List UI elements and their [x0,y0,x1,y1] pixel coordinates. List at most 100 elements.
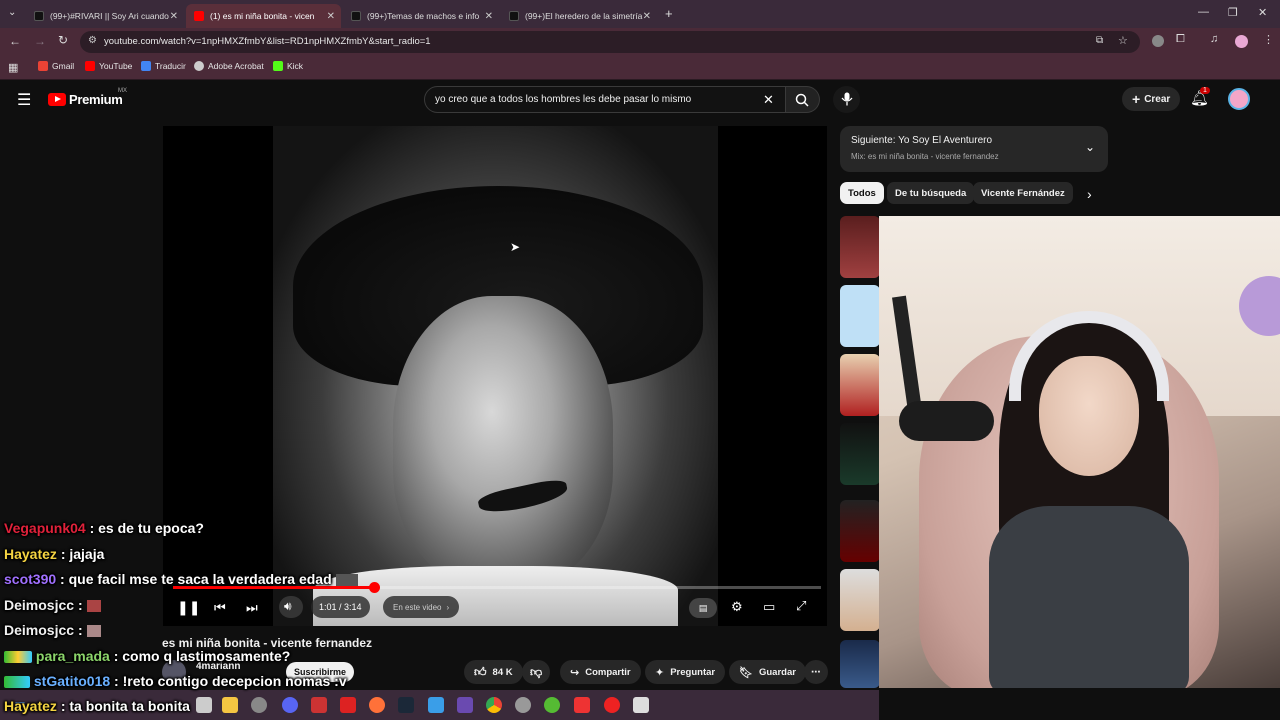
chrome-icon[interactable] [486,697,502,713]
new-tab-button[interactable]: + [665,6,673,21]
emote-icon [86,600,101,613]
next-icon[interactable]: ⏭ [246,600,258,616]
media-control-icon[interactable]: ♫ [1210,33,1218,45]
menu-icon[interactable]: ☰ [17,90,31,110]
minimize-button[interactable]: — [1198,6,1209,18]
maximize-button[interactable]: ❐ [1228,6,1238,19]
volume-button[interactable]: 🔊︎ [279,596,303,618]
search-button[interactable] [786,86,820,113]
chapter-button[interactable]: En este video › [383,596,460,618]
taskbar-app-icon[interactable] [633,697,649,713]
video-player[interactable]: ➤ ❚❚ ⏮ ⏭ 🔊︎ 1:01 / 3:14 En este video › … [163,126,827,626]
plus-icon: + [1132,91,1141,107]
tab-label: (99+)#RIVARI || Soy Ari cuando [50,11,169,21]
youtube-icon [194,11,204,21]
close-icon[interactable]: ✕ [170,11,178,22]
chip-todos[interactable]: Todos [840,182,884,204]
profile-avatar[interactable] [1235,35,1248,48]
recommended-thumbnail[interactable] [840,216,880,278]
chat-text: : !reto contigo decepcion nomas :v [114,673,347,689]
recommended-thumbnail[interactable] [840,640,880,688]
bookmark-star-icon[interactable]: ☆ [1118,34,1128,47]
taskbar-app-icon[interactable] [311,697,327,713]
fullscreen-icon[interactable]: ⤢ [796,598,806,614]
bookmark-youtube[interactable]: YouTube [85,61,132,71]
captions-icon[interactable]: ▤ [689,598,717,618]
mouse-cursor-icon: ➤ [510,240,521,254]
bookmark-adobe-acrobat[interactable]: Adobe Acrobat [194,61,264,71]
recommended-thumbnail[interactable] [840,423,880,485]
discord-icon[interactable] [282,697,298,713]
extensions-puzzle-icon[interactable]: ⧠ [1176,33,1185,46]
recommended-thumbnail[interactable] [840,285,880,347]
chip-de-tu-busqueda[interactable]: De tu búsqueda [887,182,975,204]
chat-text: : que facil mse te saca la verdadera eda… [60,571,332,587]
like-button[interactable]: 👍︎ 84 K [464,660,523,684]
tab-1[interactable]: (99+)#RIVARI || Soy Ari cuando ✕ [26,4,184,28]
ask-button[interactable]: ✦ Preguntar [645,660,726,684]
account-avatar[interactable] [1228,88,1250,110]
clear-search-icon[interactable]: ✕ [763,92,774,108]
chevron-right-icon[interactable]: › [1087,186,1092,202]
up-next-panel[interactable]: Siguiente: Yo Soy El Aventurero Mix: es … [840,126,1108,172]
close-icon[interactable]: ✕ [643,11,651,22]
bookmark-icon: 🔖︎ [739,666,753,679]
recommended-thumbnail[interactable] [840,354,880,416]
extension-icon[interactable] [1152,35,1164,47]
youtube-logo[interactable]: Premium MX [48,88,127,107]
taskbar-app-icon[interactable] [251,697,267,713]
browser-menu-icon[interactable]: ⋮ [1263,33,1274,46]
recommended-thumbnail[interactable] [840,569,880,631]
taskbar-app-icon[interactable] [515,697,531,713]
search-input[interactable]: yo creo que a todos los hombres les debe… [424,86,786,113]
file-explorer-icon[interactable] [222,697,238,713]
notifications-button[interactable]: 🔔︎ 1 [1190,87,1210,108]
bookmark-traducir[interactable]: Traducir [141,61,186,71]
tab-3[interactable]: (99+)Temas de machos e info ✕ [343,4,499,28]
forward-icon[interactable]: → [34,34,46,48]
tab-search-icon[interactable]: ⌄ [8,7,16,18]
bookmark-gmail[interactable]: Gmail [38,61,74,71]
voice-search-button[interactable] [833,86,860,113]
chapter-label: En este video [393,602,442,612]
globe-icon [194,61,204,71]
address-bar[interactable]: ⚙ youtube.com/watch?v=1npHMXZfmbY&list=R… [80,31,1140,53]
more-actions-button[interactable]: ⋯ [804,660,828,684]
apps-grid-icon[interactable]: ▦ [8,61,18,74]
share-button[interactable]: ↪ Compartir [560,660,641,684]
theater-mode-icon[interactable]: ▭ [763,599,775,615]
dislike-button[interactable]: 👎︎ [522,660,551,684]
scrubber-handle[interactable] [368,582,380,593]
volume-icon: 🔊︎ [284,599,292,613]
previous-icon[interactable]: ⏮ [214,600,226,616]
chevron-down-icon[interactable]: ⌄ [1085,140,1095,154]
close-icon[interactable]: ✕ [327,11,335,22]
recommended-thumbnail[interactable] [840,500,880,562]
firefox-icon[interactable] [369,697,385,713]
reload-icon[interactable]: ↻ [58,33,68,47]
taskbar-app-icon[interactable] [574,697,590,713]
bookmark-kick[interactable]: Kick [273,61,303,71]
tab-2[interactable]: (1) es mi niña bonita - vicen ✕ [186,4,341,28]
taskbar-app-icon[interactable] [340,697,356,713]
taskbar-app-icon[interactable] [604,697,620,713]
close-window-button[interactable]: ✕ [1258,6,1267,19]
taskbar-app-icon[interactable] [457,697,473,713]
site-info-icon[interactable]: ⚙ [88,35,97,46]
settings-icon[interactable]: ⚙ [731,599,743,615]
install-icon[interactable]: ⧉ [1096,35,1103,46]
chat-username: Vegapunk04 [4,520,86,536]
tab-4[interactable]: (99+)El heredero de la simetría ✕ [501,4,657,28]
close-icon[interactable]: ✕ [485,11,493,22]
steam-icon[interactable] [398,697,414,713]
pause-icon[interactable]: ❚❚ [177,599,200,616]
chip-vicente-fernandez[interactable]: Vicente Fernández [973,182,1073,204]
taskbar-app-icon[interactable] [544,697,560,713]
taskbar-app-icon[interactable] [196,697,212,713]
save-button[interactable]: 🔖︎ Guardar [729,660,806,684]
chat-message: Vegapunk04 : es de tu epoca? [4,520,204,536]
badge-icon [4,651,32,664]
back-icon[interactable]: ← [9,34,21,48]
create-button[interactable]: + Crear [1122,87,1181,111]
taskbar-app-icon[interactable] [428,697,444,713]
